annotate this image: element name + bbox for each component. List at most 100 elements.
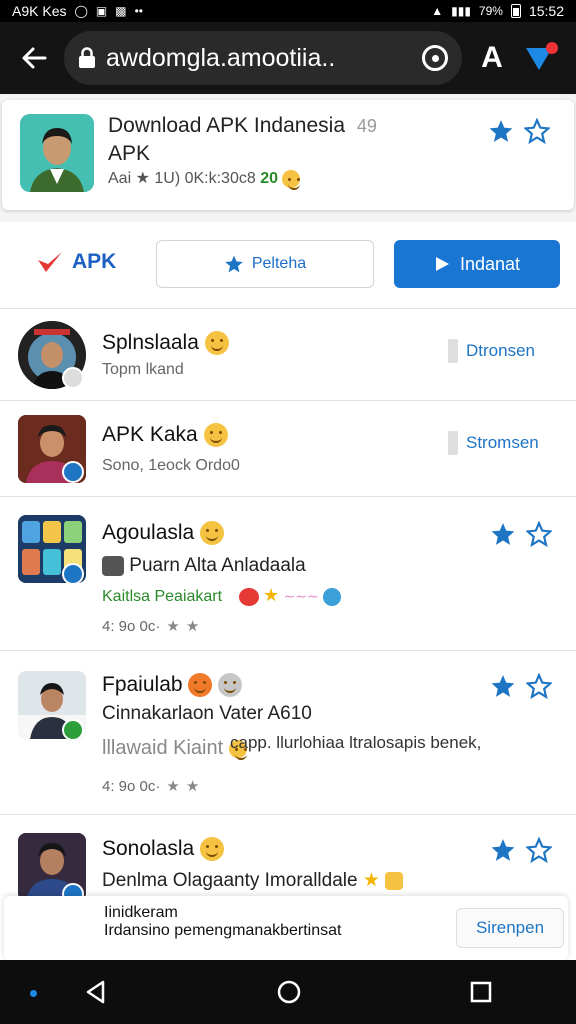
- camera-icon: ▣: [95, 4, 108, 18]
- sparkle-icon: ∼∼∼: [283, 588, 319, 604]
- star-grey-icon: ★: [185, 618, 200, 635]
- emoji-icon: [282, 169, 301, 190]
- star-filled-icon[interactable]: [490, 673, 516, 699]
- address-bar[interactable]: awdomgla.amootiia..: [64, 31, 462, 85]
- indicator-dot-icon: [30, 990, 37, 997]
- star-grey-icon: ★: [166, 778, 180, 795]
- item-extra-text: capp. llurlohiaa ltralosapis benek,: [230, 733, 482, 752]
- title-badge: 49: [356, 116, 377, 136]
- favorite-stars: [488, 118, 550, 144]
- pill-indicator: [448, 339, 458, 363]
- rating-row: 4: 9o 0c· ★ ★: [102, 777, 200, 796]
- item-name: Agoulasla: [102, 521, 225, 546]
- angry-emoji-icon: [188, 673, 213, 698]
- action-row: APK Pelteha Indanat: [0, 222, 576, 308]
- star-outline-icon[interactable]: [526, 673, 552, 699]
- mask-emoji-icon: [102, 555, 124, 576]
- favorite-stars: [490, 837, 552, 863]
- app-card[interactable]: Download APK Indanesia 49 APK Aai ★ 1U) …: [2, 100, 574, 210]
- star-filled-icon[interactable]: [490, 837, 516, 863]
- verified-badge-icon: [62, 719, 84, 741]
- star-outline-icon[interactable]: [524, 118, 550, 144]
- banner-action-button[interactable]: Sirenpen: [456, 908, 564, 948]
- reader-mode-icon[interactable]: [422, 45, 448, 71]
- extension-button[interactable]: [514, 36, 564, 80]
- item-tag-line: Kaitlsa Peaiakart ★ ∼∼∼: [102, 585, 342, 606]
- banner-line-1: Iinidkeram: [104, 904, 178, 921]
- item-name: Fpaiulab: [102, 673, 243, 698]
- app-icon: [20, 114, 94, 192]
- item-name: Splnslaala: [102, 331, 229, 356]
- list-item[interactable]: Fpaiulab Cinnakarlaon Vater A610 lllawai…: [0, 650, 576, 814]
- mail-icon: ▩: [115, 4, 127, 18]
- play-icon: [435, 257, 449, 271]
- more-notifications-icon: ••: [134, 4, 144, 18]
- star-outline-icon[interactable]: [526, 837, 552, 863]
- meta-highlight: 20: [260, 170, 278, 187]
- bottom-banner: Iinidkeram Irdansino pemengmanakbertinsa…: [4, 896, 568, 960]
- battery-percent: 79%: [478, 4, 503, 18]
- text-size-button[interactable]: A: [470, 41, 514, 75]
- rating-row: 4: 9o 0c· ★ ★: [102, 617, 200, 636]
- apk-logo-icon: [38, 252, 62, 272]
- install-button-label: Indanat: [459, 253, 521, 274]
- list-item[interactable]: Splnslaala Topm lkand Dtronsen: [0, 308, 576, 400]
- secondary-button-label: Pelteha: [251, 255, 307, 272]
- side-button[interactable]: Dtronsen: [448, 339, 548, 363]
- nav-recents-icon[interactable]: [469, 980, 493, 1004]
- install-button[interactable]: Indanat: [394, 240, 560, 288]
- side-button[interactable]: Stromsen: [448, 431, 548, 455]
- list-item[interactable]: Agoulasla Puarn Alta Anladaala Kaitlsa P…: [0, 496, 576, 650]
- lock-icon: [79, 47, 95, 68]
- banner-line-2: Irdansino pemengmanakbertinsat: [104, 922, 342, 939]
- apk-brand[interactable]: APK: [36, 250, 116, 274]
- app-subtitle: APK: [108, 142, 151, 165]
- item-description: Denlma Olagaanty Imoralldale ★: [102, 869, 404, 892]
- star-icon: [225, 255, 243, 273]
- pill-indicator: [448, 431, 458, 455]
- smile-emoji-icon: [203, 423, 228, 448]
- battery-icon: [510, 4, 521, 18]
- status-bar: A9K Kes ◯ ▣ ▩ •• ▲ ▮▮▮ 79% 15:52: [0, 0, 576, 22]
- verified-badge-icon: [62, 367, 84, 389]
- nav-home-icon[interactable]: [276, 979, 302, 1005]
- nav-back-icon[interactable]: [83, 979, 109, 1005]
- hand-emoji-icon: [385, 871, 404, 890]
- verified-badge-icon: [62, 461, 84, 483]
- signal-icon: ▮▮▮: [451, 4, 471, 18]
- star-emoji-icon: ★: [262, 585, 280, 605]
- emoji-icon: [204, 331, 229, 356]
- item-name: Sonolasla: [102, 837, 225, 862]
- secondary-button[interactable]: Pelteha: [156, 240, 374, 288]
- item-secondary: lllawaid Kiaint: [102, 737, 247, 760]
- smile-emoji-icon: [200, 521, 225, 546]
- whatsapp-icon: ◯: [74, 4, 88, 18]
- star-outline-icon[interactable]: [526, 521, 552, 547]
- notification-dot: [546, 42, 558, 54]
- system-nav-bar: [0, 960, 576, 1024]
- favorite-stars: [490, 673, 552, 699]
- globe-icon: [323, 587, 342, 606]
- favorite-stars: [490, 521, 552, 547]
- item-subtitle: Topm lkand: [102, 361, 184, 378]
- star-emoji-icon: ★: [362, 870, 380, 891]
- speech-bubble-icon: [238, 587, 259, 606]
- smile-emoji-icon: [200, 837, 225, 862]
- item-description: Cinnakarlaon Vater A610: [102, 703, 312, 724]
- wifi-icon: ▲: [431, 4, 444, 18]
- browser-toolbar: awdomgla.amootiia.. A: [0, 22, 576, 94]
- list-item[interactable]: APK Kaka Sono, 1eock Ordo0 Stromsen: [0, 400, 576, 496]
- item-name: APK Kaka: [102, 423, 228, 448]
- star-filled-icon[interactable]: [488, 118, 514, 144]
- back-button[interactable]: [12, 36, 56, 80]
- arrow-left-icon: [22, 47, 47, 69]
- item-description: Puarn Alta Anladaala: [102, 555, 306, 577]
- star-grey-icon: ★: [166, 618, 180, 635]
- brand-label: APK: [72, 250, 117, 273]
- star-filled-icon[interactable]: [490, 521, 516, 547]
- star-grey-icon: ★: [185, 778, 200, 795]
- verified-badge-icon: [62, 563, 84, 585]
- app-meta: Aai ★ 1U) 0K:k:30c8 20: [108, 168, 301, 190]
- url-text: awdomgla.amootiia..: [106, 43, 336, 72]
- item-subtitle: Sono, 1eock Ordo0: [102, 457, 240, 474]
